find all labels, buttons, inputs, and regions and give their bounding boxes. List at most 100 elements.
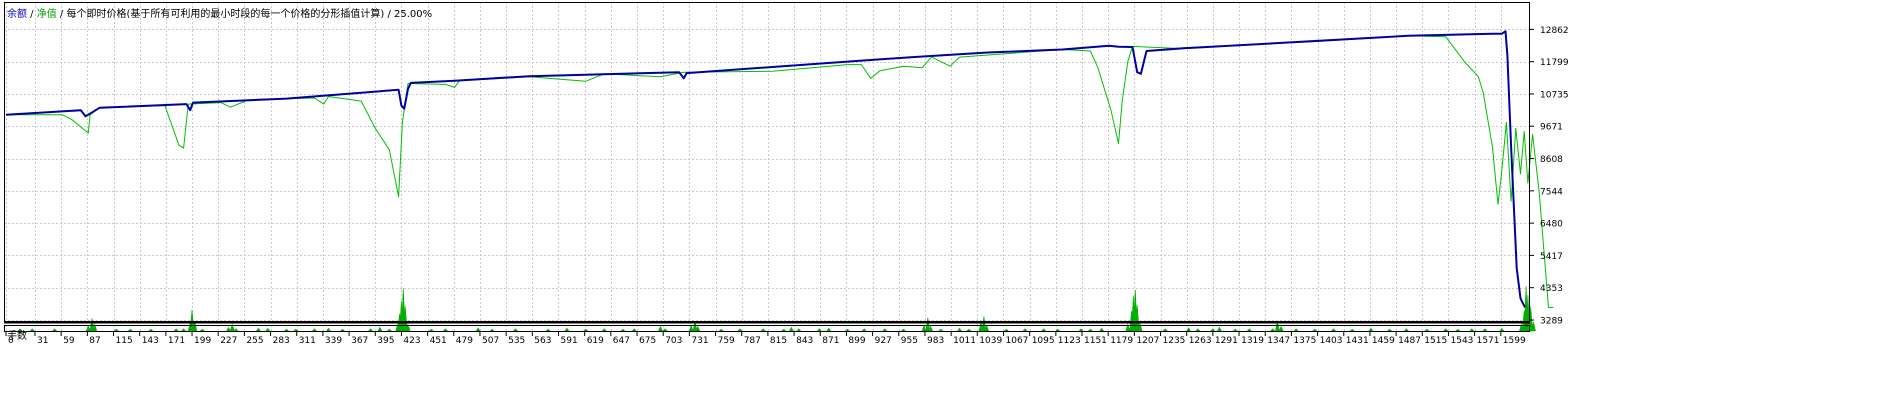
x-tick-label: 59 (63, 336, 75, 346)
x-tick-label: 899 (848, 336, 865, 346)
lots-bar (966, 328, 972, 332)
lots-bar (900, 328, 907, 332)
x-tick-label: 955 (901, 336, 918, 346)
x-tick-label: 115 (116, 336, 133, 346)
lots-bar (148, 328, 154, 332)
lots-bar (1232, 328, 1239, 332)
lots-bar (1099, 327, 1105, 332)
y-tick-label: 5417 (1540, 252, 1563, 262)
lots-bar (1368, 327, 1374, 332)
x-tick-label: 1459 (1372, 336, 1395, 346)
x-tick-label: 1263 (1189, 336, 1212, 346)
lots-bar (325, 327, 332, 332)
y-tick-label: 6480 (1540, 220, 1563, 230)
x-tick-label: 1011 (953, 336, 976, 346)
lots-bar (386, 328, 393, 332)
x-tick-label: 479 (456, 336, 473, 346)
lots-bar (1246, 328, 1252, 332)
y-tick-label: 10735 (1540, 90, 1569, 100)
x-tick-label: 87 (89, 336, 100, 346)
x-tick-label: 1207 (1136, 336, 1159, 346)
x-tick-label: 1347 (1267, 336, 1290, 346)
x-tick-label: 1067 (1006, 336, 1029, 346)
lots-bar (601, 328, 607, 332)
lots-bar (233, 328, 239, 332)
x-tick-label: 843 (796, 336, 813, 346)
panel-frames (4, 2, 1530, 332)
lots-bar (173, 328, 179, 332)
lots-bar (339, 328, 346, 332)
lots-bar (882, 328, 888, 332)
lots-bar (1469, 328, 1475, 332)
x-tick-label: 339 (325, 336, 342, 346)
x-tick-label: 1543 (1451, 336, 1474, 346)
lots-bar (1443, 328, 1449, 332)
x-tick-label: 983 (927, 336, 944, 346)
lots-bar (428, 328, 435, 332)
lots-bar (442, 328, 449, 332)
lots-bar (475, 327, 481, 332)
lots-bar (1424, 328, 1430, 332)
y-tick-label: 8608 (1540, 155, 1563, 165)
x-tick-label: 563 (534, 336, 551, 346)
x-tick-label: 759 (718, 336, 735, 346)
lots-bar (1330, 328, 1337, 332)
chart-legend: 余额 / 净值 / 每个即时价格(基于所有可利用的最小时段的每一个价格的分形插值… (7, 5, 432, 20)
lots-bar (85, 324, 91, 332)
x-tick-label: 31 (37, 336, 48, 346)
x-tick-label: 1431 (1346, 336, 1369, 346)
x-tick-label: 871 (822, 336, 839, 346)
lots-bar (781, 328, 787, 332)
x-tick-label: 815 (770, 336, 787, 346)
y-tick-label: 3289 (1540, 317, 1563, 327)
lots-bar (1482, 328, 1488, 332)
lots-bar (796, 328, 802, 332)
x-tick-label: 311 (299, 336, 316, 346)
strategy-tester-graph: 3289 4353 5417 6480 7544 8608 9671 10735 11799 12… (4, 2, 1569, 346)
lots-bar (1349, 328, 1355, 332)
lots-bar (1455, 328, 1461, 332)
x-tick-label: 1375 (1293, 336, 1316, 346)
x-tick-label: 283 (273, 336, 290, 346)
lots-bar (737, 328, 743, 332)
x-tick-label: 1291 (1215, 336, 1238, 346)
y-tick-label: 9671 (1540, 123, 1563, 133)
lots-bar (29, 328, 35, 332)
x-tick-label: 619 (587, 336, 604, 346)
legend-description: / 每个即时价格(基于所有可利用的最小时段的每一个价格的分形插值计算) / 25… (56, 9, 433, 20)
lots-bar (199, 328, 206, 332)
x-tick-label: 395 (377, 336, 394, 346)
lots-bar (861, 328, 867, 332)
x-tick-label: 675 (639, 336, 656, 346)
x-tick-label: 1095 (1032, 336, 1055, 346)
lots-bar (1162, 328, 1168, 332)
y-tick-label: 4353 (1540, 284, 1563, 294)
lots-bar (760, 328, 766, 332)
main-panel-grid (4, 2, 1530, 322)
x-tick-label: 1515 (1424, 336, 1447, 346)
x-tick-label: 1571 (1477, 336, 1500, 346)
x-axis-labels: 0 31 59 87 115 143 171 199 227 255 283 311 339 367 395… (5, 332, 1526, 346)
x-tick-label: 507 (482, 336, 499, 346)
y-tick-label: 7544 (1540, 187, 1563, 197)
lots-bar (1216, 326, 1222, 332)
x-tick-label: 647 (613, 336, 630, 346)
lots-bar (489, 328, 495, 332)
x-tick-label: 1403 (1320, 336, 1343, 346)
lots-bar (1003, 328, 1010, 332)
lots-bar (1499, 327, 1505, 332)
x-tick-label: 1487 (1398, 336, 1421, 346)
lots-bar (1278, 325, 1284, 332)
x-tick-label: 1599 (1503, 336, 1526, 346)
y-tick-label: 12862 (1540, 26, 1569, 36)
x-tick-label: 423 (403, 336, 420, 346)
lots-bar (51, 328, 58, 332)
lots-bar (956, 327, 963, 332)
lots-bar (180, 328, 187, 332)
lots-bar (367, 328, 374, 332)
lots-bar (631, 328, 637, 332)
lots-bar (377, 326, 383, 332)
x-tick-label: 1235 (1163, 336, 1186, 346)
lots-bar (938, 328, 944, 332)
lots-bar (1210, 328, 1216, 332)
